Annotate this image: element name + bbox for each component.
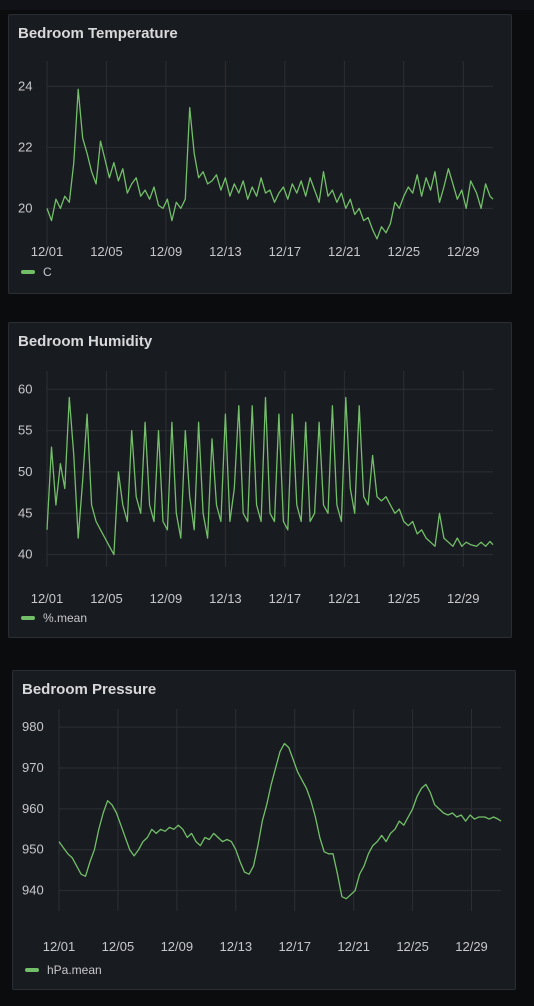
x-tick-label: 12/17 [269, 591, 302, 606]
series-line[interactable] [58, 742, 502, 900]
legend-swatch [21, 270, 35, 274]
x-tick-label: 12/13 [209, 244, 242, 259]
x-tick-label: 12/13 [209, 591, 242, 606]
y-tick-label: 60 [18, 381, 32, 396]
y-tick-label: 40 [18, 547, 32, 562]
x-tick-label: 12/01 [31, 244, 64, 259]
chart-legend[interactable]: C [21, 265, 52, 279]
y-tick-label: 50 [18, 464, 32, 479]
x-tick-label: 12/01 [43, 939, 76, 954]
chart-legend[interactable]: hPa.mean [25, 963, 102, 977]
x-tick-label: 12/05 [102, 939, 135, 954]
x-tick-label: 12/09 [150, 591, 183, 606]
x-tick-label: 12/05 [90, 591, 123, 606]
x-tick-label: 12/09 [150, 244, 183, 259]
legend-label: %.mean [43, 611, 88, 625]
x-tick-label: 12/05 [90, 244, 123, 259]
x-tick-label: 12/29 [447, 244, 480, 259]
legend-swatch [25, 968, 39, 972]
temperature-chart: 20 22 24 12/01 12/05 12/09 12/13 12/17 12/21 12/2… [18, 61, 494, 259]
y-tick-label: 960 [22, 801, 44, 816]
series-line[interactable] [46, 396, 494, 556]
x-tick-label: 12/21 [337, 939, 370, 954]
x-tick-label: 12/29 [447, 591, 480, 606]
legend-label: C [43, 265, 52, 279]
x-tick-label: 12/21 [328, 591, 361, 606]
legend-swatch [21, 616, 35, 620]
x-tick-label: 12/09 [161, 939, 194, 954]
pressure-panel: Bedroom Pressure 940 950 960 970 980 12/01 12/… [12, 670, 516, 990]
y-tick-label: 970 [22, 760, 44, 775]
x-tick-label: 12/17 [269, 244, 302, 259]
y-tick-label: 45 [18, 505, 32, 520]
humidity-panel: Bedroom Humidity 40 45 50 55 60 12/01 12/05 12/… [8, 322, 512, 638]
humidity-chart: 40 45 50 55 60 12/01 12/05 12/09 12/13 12/17 12/21… [18, 371, 494, 606]
x-tick-label: 12/13 [220, 939, 253, 954]
pressure-chart: 940 950 960 970 980 12/01 12/05 12/09 12/13 12/17… [22, 709, 502, 954]
y-tick-label: 940 [22, 883, 44, 898]
x-tick-label: 12/17 [278, 939, 311, 954]
x-tick-label: 12/29 [455, 939, 488, 954]
y-tick-label: 20 [18, 200, 32, 215]
y-tick-label: 22 [18, 139, 32, 154]
y-tick-label: 24 [18, 78, 32, 93]
x-tick-label: 12/25 [396, 939, 429, 954]
series-line[interactable] [46, 88, 494, 240]
y-tick-label: 55 [18, 423, 32, 438]
top-strip [0, 0, 534, 10]
x-tick-label: 12/01 [31, 591, 64, 606]
y-tick-label: 950 [22, 842, 44, 857]
legend-label: hPa.mean [47, 963, 102, 977]
x-tick-label: 12/25 [388, 591, 421, 606]
x-tick-label: 12/25 [388, 244, 421, 259]
y-tick-label: 980 [22, 719, 44, 734]
x-tick-label: 12/21 [328, 244, 361, 259]
chart-legend[interactable]: %.mean [21, 611, 87, 625]
temperature-panel: Bedroom Temperature 20 22 24 12/01 12/05 12/0… [8, 14, 512, 294]
